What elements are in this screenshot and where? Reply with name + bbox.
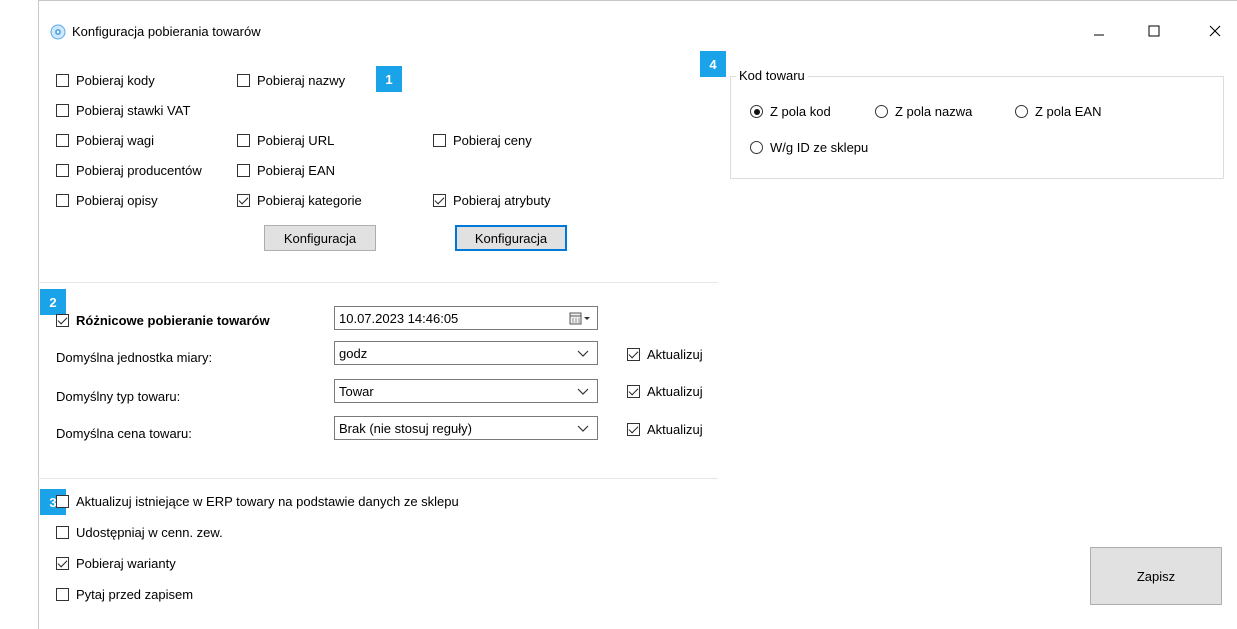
checkbox-box[interactable] — [433, 134, 446, 147]
radio-button[interactable] — [750, 105, 763, 118]
product-code-group — [730, 76, 1224, 179]
checkbox-box[interactable] — [627, 348, 640, 361]
select-default-unit[interactable]: godz — [334, 341, 598, 365]
checkbox-pobieraj-wagi[interactable]: Pobieraj wagi — [56, 133, 154, 148]
radio-button[interactable] — [1015, 105, 1028, 118]
checkbox-pobieraj-atrybuty[interactable]: Pobieraj atrybuty — [433, 193, 551, 208]
checkbox-box[interactable] — [56, 164, 69, 177]
checkbox-share-price-list[interactable]: Udostępniaj w cenn. zew. — [56, 525, 223, 540]
checkbox-update-price[interactable]: Aktualizuj — [627, 422, 703, 437]
checkbox-pobieraj-url[interactable]: Pobieraj URL — [237, 133, 334, 148]
checkbox-box[interactable] — [56, 495, 69, 508]
config-attributes-button[interactable]: Konfiguracja — [455, 225, 567, 251]
calendar-dropdown-icon[interactable] — [569, 312, 591, 325]
group-title: Kod towaru — [736, 68, 808, 83]
divider — [38, 282, 718, 283]
select-default-type[interactable]: Towar — [334, 379, 598, 403]
select-default-price[interactable]: Brak (nie stosuj reguły) — [334, 416, 598, 440]
checkbox-box[interactable] — [237, 164, 250, 177]
checkbox-pobieraj-opisy[interactable]: Pobieraj opisy — [56, 193, 158, 208]
radio-code-field[interactable]: Z pola kod — [750, 104, 831, 119]
radio-button[interactable] — [875, 105, 888, 118]
label-default-type: Domyślny typ towaru: — [56, 389, 181, 404]
chevron-down-icon — [577, 388, 589, 395]
checkbox-box[interactable] — [56, 104, 69, 117]
checkbox-update-type[interactable]: Aktualizuj — [627, 384, 703, 399]
window-title: Konfiguracja pobierania towarów — [72, 24, 261, 39]
badge-1: 1 — [376, 66, 402, 92]
radio-ean-field[interactable]: Z pola EAN — [1015, 104, 1101, 119]
checkbox-pobieraj-nazwy[interactable]: Pobieraj nazwy — [237, 73, 345, 88]
divider — [38, 478, 718, 479]
checkbox-box[interactable] — [56, 134, 69, 147]
chevron-down-icon — [577, 350, 589, 357]
checkbox-box[interactable] — [56, 588, 69, 601]
badge-2: 2 — [40, 289, 66, 315]
minimize-icon — [1094, 34, 1104, 36]
checkbox-box[interactable] — [627, 385, 640, 398]
checkbox-pobieraj-stawki-vat[interactable]: Pobieraj stawki VAT — [56, 103, 190, 118]
datetime-picker[interactable]: 10.07.2023 14:46:05 — [334, 306, 598, 330]
checkbox-pobieraj-kody[interactable]: Pobieraj kody — [56, 73, 155, 88]
checkbox-box[interactable] — [56, 314, 69, 327]
checkbox-box[interactable] — [627, 423, 640, 436]
label-default-price: Domyślna cena towaru: — [56, 426, 192, 441]
badge-4: 4 — [700, 51, 726, 77]
checkbox-roznicowe-pobieranie[interactable]: Różnicowe pobieranie towarów — [56, 313, 270, 328]
close-icon — [1209, 25, 1221, 37]
checkbox-pobieraj-ean[interactable]: Pobieraj EAN — [237, 163, 335, 178]
checkbox-pobieraj-producentow[interactable]: Pobieraj producentów — [56, 163, 202, 178]
maximize-icon — [1148, 25, 1160, 37]
maximize-button[interactable] — [1131, 16, 1177, 46]
checkbox-box[interactable] — [237, 194, 250, 207]
checkbox-box[interactable] — [433, 194, 446, 207]
minimize-button[interactable] — [1076, 16, 1122, 46]
app-gear-icon — [50, 24, 66, 40]
checkbox-box[interactable] — [237, 74, 250, 87]
config-categories-button[interactable]: Konfiguracja — [264, 225, 376, 251]
save-button[interactable]: Zapisz — [1090, 547, 1222, 605]
checkbox-pobieraj-kategorie[interactable]: Pobieraj kategorie — [237, 193, 362, 208]
checkbox-box[interactable] — [56, 74, 69, 87]
checkbox-box[interactable] — [237, 134, 250, 147]
checkbox-update-existing[interactable]: Aktualizuj istniejące w ERP towary na po… — [56, 494, 459, 509]
close-button[interactable] — [1192, 16, 1237, 46]
radio-name-field[interactable]: Z pola nazwa — [875, 104, 972, 119]
checkbox-box[interactable] — [56, 557, 69, 570]
checkbox-box[interactable] — [56, 526, 69, 539]
radio-button[interactable] — [750, 141, 763, 154]
label-default-unit: Domyślna jednostka miary: — [56, 350, 213, 365]
chevron-down-icon — [577, 425, 589, 432]
checkbox-update-unit[interactable]: Aktualizuj — [627, 347, 703, 362]
radio-shop-id[interactable]: W/g ID ze sklepu — [750, 140, 868, 155]
checkbox-box[interactable] — [56, 194, 69, 207]
checkbox-pobieraj-ceny[interactable]: Pobieraj ceny — [433, 133, 532, 148]
checkbox-pobieraj-warianty[interactable]: Pobieraj warianty — [56, 556, 176, 571]
checkbox-ask-before-save[interactable]: Pytaj przed zapisem — [56, 587, 193, 602]
